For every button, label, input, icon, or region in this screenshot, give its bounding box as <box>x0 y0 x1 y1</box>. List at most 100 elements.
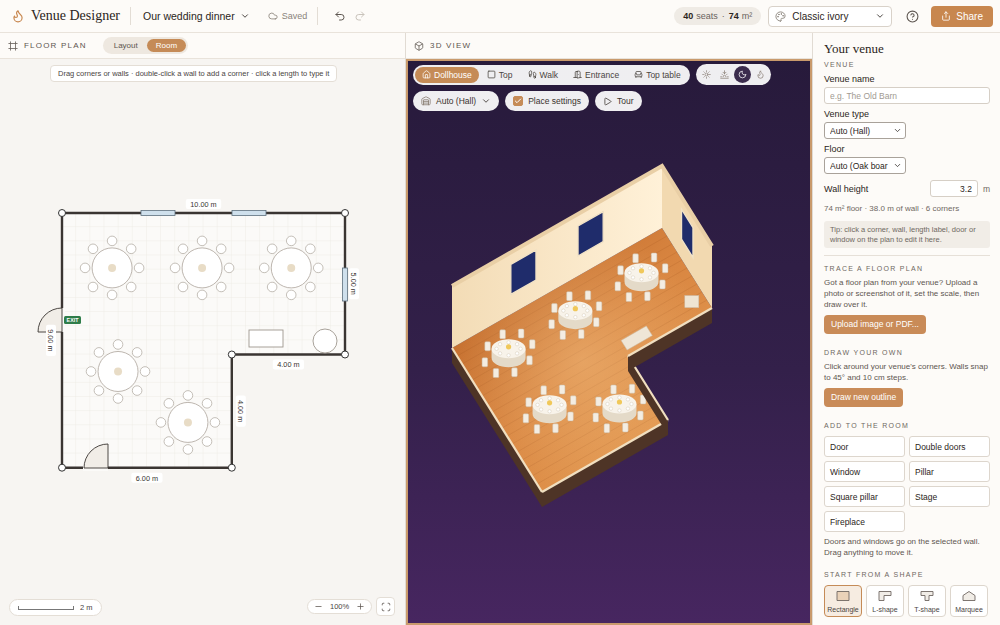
shape-card[interactable]: Marquee <box>950 585 988 617</box>
pillar[interactable] <box>313 329 337 353</box>
round-table[interactable] <box>156 391 220 455</box>
project-picker[interactable]: Our wedding dinner <box>143 10 250 22</box>
venue-name-input[interactable] <box>824 87 990 104</box>
shape-card[interactable]: Rectangle <box>824 585 862 617</box>
chair[interactable] <box>313 263 323 273</box>
front-wall[interactable] <box>628 308 712 371</box>
chair[interactable] <box>80 263 90 273</box>
corner-handle[interactable] <box>342 210 349 217</box>
dimension-label[interactable]: 6.00 m <box>131 473 162 483</box>
view-tab[interactable]: Top <box>480 67 520 83</box>
add-item-button[interactable]: Stage <box>909 486 990 507</box>
chair[interactable] <box>183 445 193 455</box>
undo-button[interactable] <box>330 6 350 26</box>
chair[interactable] <box>126 282 136 292</box>
floor-plan-canvas[interactable]: EXIT10.00 m5.00 m4.00 m4.00 m6.00 m9.00 … <box>0 59 405 625</box>
front-wall[interactable] <box>452 348 542 507</box>
add-item-button[interactable]: Fireplace <box>824 511 905 532</box>
chair[interactable] <box>216 244 226 254</box>
chair[interactable] <box>178 244 188 254</box>
chair[interactable] <box>183 391 193 401</box>
chair[interactable] <box>267 282 277 292</box>
floor-select[interactable]: Auto (Oak boar <box>824 157 906 174</box>
chair[interactable] <box>164 437 174 447</box>
chair[interactable] <box>88 244 98 254</box>
chair[interactable] <box>86 367 96 377</box>
chair[interactable] <box>126 244 136 254</box>
round-table[interactable] <box>86 340 150 404</box>
chair[interactable] <box>94 386 104 396</box>
venue-type-select[interactable]: Auto (Hall) <box>413 91 499 111</box>
chair[interactable] <box>197 290 207 300</box>
chair[interactable] <box>170 263 180 273</box>
window[interactable] <box>578 212 603 256</box>
mode-option[interactable]: Room <box>147 39 186 52</box>
dimension-label[interactable]: 5.00 m <box>349 268 359 299</box>
chair[interactable] <box>202 399 212 409</box>
theme-select[interactable]: Classic ivory <box>768 6 892 27</box>
chair[interactable] <box>113 394 123 404</box>
chair[interactable] <box>267 244 277 254</box>
round-table[interactable] <box>523 385 576 434</box>
view-canvas[interactable]: DollhouseTopWalkEntranceTop tableAuto (H… <box>406 59 812 625</box>
round-table[interactable] <box>593 384 646 433</box>
round-table[interactable] <box>482 329 535 378</box>
lighting-button[interactable] <box>698 66 715 83</box>
mode-option[interactable]: Layout <box>105 39 147 52</box>
tour-button[interactable]: Tour <box>595 91 642 111</box>
corner-handle[interactable] <box>59 464 66 471</box>
chair[interactable] <box>286 236 296 246</box>
chair[interactable] <box>132 348 142 358</box>
zoom-out-button[interactable] <box>314 602 323 611</box>
shape-card[interactable]: T-shape <box>908 585 946 617</box>
place-settings-toggle[interactable]: Place settings <box>505 91 589 111</box>
chair[interactable] <box>259 263 269 273</box>
chair[interactable] <box>202 437 212 447</box>
chair[interactable] <box>113 340 123 350</box>
chair[interactable] <box>164 399 174 409</box>
lighting-button[interactable] <box>752 66 769 83</box>
add-item-button[interactable]: Door <box>824 436 905 457</box>
chair[interactable] <box>286 290 296 300</box>
zoom-in-button[interactable] <box>356 602 365 611</box>
chair[interactable] <box>306 282 316 292</box>
chair[interactable] <box>156 418 166 428</box>
round-table[interactable] <box>170 236 234 300</box>
window[interactable] <box>343 268 348 301</box>
dimension-label[interactable]: 4.00 m <box>236 396 246 427</box>
chair[interactable] <box>210 418 220 428</box>
add-item-button[interactable]: Double doors <box>909 436 990 457</box>
chair[interactable] <box>224 263 234 273</box>
wall-height-input[interactable] <box>930 180 978 197</box>
chair[interactable] <box>94 348 104 358</box>
help-button[interactable] <box>902 6 922 26</box>
lighting-button[interactable] <box>716 66 733 83</box>
chair[interactable] <box>88 282 98 292</box>
chair[interactable] <box>132 386 142 396</box>
corner-handle[interactable] <box>228 464 235 471</box>
door[interactable] <box>84 444 108 468</box>
add-item-button[interactable]: Pillar <box>909 461 990 482</box>
shape-card[interactable]: L-shape <box>866 585 904 617</box>
fit-button[interactable] <box>376 597 395 616</box>
front-wall[interactable] <box>628 356 668 435</box>
lighting-button[interactable] <box>734 66 751 83</box>
view-tab[interactable]: Top table <box>627 67 688 83</box>
view-tab[interactable]: Dollhouse <box>415 67 479 83</box>
window[interactable] <box>141 211 175 216</box>
scene-3d[interactable] <box>408 61 810 623</box>
view-tab[interactable]: Walk <box>521 67 566 83</box>
checkbox[interactable] <box>513 96 523 106</box>
chair[interactable] <box>197 236 207 246</box>
add-item-button[interactable]: Square pillar <box>824 486 905 507</box>
plan-canvas[interactable]: EXIT10.00 m5.00 m4.00 m4.00 m6.00 m9.00 … <box>0 59 405 625</box>
chair[interactable] <box>178 282 188 292</box>
share-button[interactable]: Share <box>931 6 993 27</box>
dimension-label[interactable]: 10.00 m <box>186 199 221 209</box>
dimension-label[interactable]: 9.00 m <box>46 325 56 356</box>
add-item-button[interactable]: Window <box>824 461 905 482</box>
window[interactable] <box>232 211 266 216</box>
dimension-label[interactable]: 4.00 m <box>273 360 304 370</box>
corner-handle[interactable] <box>59 210 66 217</box>
round-table[interactable] <box>615 253 668 302</box>
